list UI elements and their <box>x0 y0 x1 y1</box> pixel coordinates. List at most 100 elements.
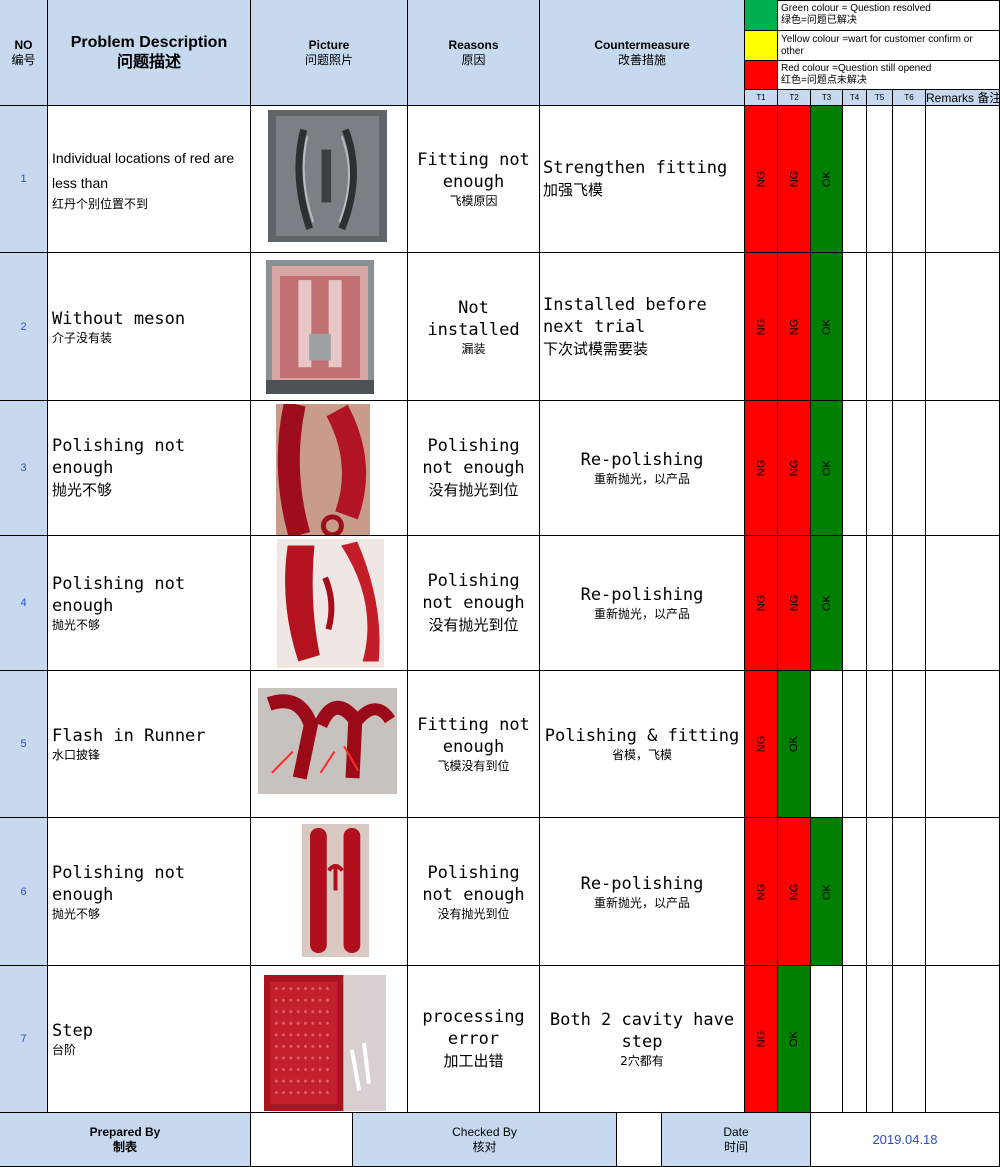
header-no-cn: 编号 <box>11 52 36 67</box>
countermeasure-en: Re-polishing <box>580 585 704 605</box>
countermeasure-cn: 省模，飞模 <box>611 748 672 762</box>
red-bars-photo <box>302 824 369 957</box>
status-t6 <box>893 966 926 1113</box>
red-part-photo <box>276 401 370 539</box>
problem-description: Step 台阶 <box>48 966 251 1113</box>
reason: Fitting not enough 飞模原因 <box>408 106 540 253</box>
header-picture: Picture 问题照片 <box>251 0 408 106</box>
status-t2[interactable]: NG <box>778 818 811 966</box>
status-t1[interactable]: NG <box>745 818 778 966</box>
problem-description: Polishing not enough 抛光不够 <box>48 401 251 536</box>
remarks-header: Remarks 备注 <box>926 90 1000 106</box>
countermeasure-cn: 重新抛光，以产品 <box>593 895 690 910</box>
trial-header-t5: T5 <box>867 90 893 106</box>
status-t3[interactable]: OK <box>811 253 843 401</box>
status-label: NG <box>788 318 800 335</box>
status-t1[interactable]: NG <box>745 536 778 671</box>
reason: Polishing not enough 没有抛光到位 <box>408 536 540 671</box>
header-countermeasure-cn: 改善措施 <box>617 52 666 67</box>
status-t1[interactable]: NG <box>745 253 778 401</box>
status-label: NG <box>755 318 767 335</box>
problem-description-en: Polishing not enough <box>52 436 186 478</box>
status-label: OK <box>820 460 833 476</box>
status-t2[interactable]: NG <box>778 106 811 253</box>
status-t2[interactable]: NG <box>778 536 811 671</box>
header-no-en: NO <box>14 37 33 52</box>
status-t2[interactable]: OK <box>778 671 811 818</box>
status-t5 <box>867 818 893 966</box>
reason: Polishing not enough 没有抛光到位 <box>408 818 540 966</box>
problem-description-cn: 红丹个别位置不到 <box>52 197 149 211</box>
status-label: NG <box>755 883 767 900</box>
reason: processing error 加工出错 <box>408 966 540 1113</box>
reason-en: Polishing not enough <box>422 571 525 613</box>
row-number: 2 <box>0 253 48 401</box>
status-label: NG <box>788 594 800 612</box>
problem-description-cn: 台阶 <box>52 1043 77 1057</box>
reason: Not installed 漏装 <box>408 253 540 401</box>
status-t3[interactable]: OK <box>811 536 843 671</box>
reason: Fitting not enough 飞模没有到位 <box>408 671 540 818</box>
countermeasure-en: Installed before next trial <box>543 294 707 337</box>
legend-green: Green colour = Question resolved 绿色=问题已解… <box>778 0 1000 31</box>
countermeasure: Both 2 cavity have step 2穴都有 <box>540 966 745 1113</box>
status-label: NG <box>755 1030 767 1048</box>
checked-by-value[interactable] <box>617 1113 662 1167</box>
reason-en: Polishing not enough <box>422 436 525 478</box>
status-label: NG <box>788 883 800 900</box>
legend-red-swatch <box>745 61 778 90</box>
status-t6 <box>893 671 926 818</box>
reason-en: processing error <box>422 1007 525 1049</box>
remarks-cell <box>926 106 1000 253</box>
problem-description-cn: 抛光不够 <box>52 906 101 921</box>
status-t1[interactable]: NG <box>745 966 778 1113</box>
row-number: 5 <box>0 671 48 818</box>
date-en: Date <box>723 1124 749 1139</box>
row-number: 3 <box>0 401 48 536</box>
status-t6 <box>893 818 926 966</box>
status-t4 <box>843 671 867 818</box>
status-t2[interactable]: NG <box>778 401 811 536</box>
legend-red: Red colour =Question still opened 红色=问题点… <box>778 61 1000 90</box>
status-label: NG <box>788 459 800 477</box>
status-label: OK <box>788 736 800 752</box>
status-t1[interactable]: NG <box>745 401 778 536</box>
reason-cn: 没有抛光到位 <box>437 906 510 921</box>
header-countermeasure: Countermeasure 改善措施 <box>540 0 745 106</box>
reason-en: Fitting not enough <box>417 150 530 192</box>
status-t3 <box>811 966 843 1113</box>
status-label: OK <box>820 883 833 900</box>
prepared-by-value[interactable] <box>251 1113 353 1167</box>
countermeasure-cn: 重新抛光，以产品 <box>593 472 690 486</box>
status-t3[interactable]: OK <box>811 818 843 966</box>
red-runner-photo <box>258 688 397 794</box>
problem-description-cn: 抛光不够 <box>52 481 113 499</box>
problem-description: Individual locations of red are less tha… <box>48 106 251 253</box>
status-t3[interactable]: OK <box>811 401 843 536</box>
row-number: 4 <box>0 536 48 671</box>
status-t3[interactable]: OK <box>811 106 843 253</box>
countermeasure-en: Polishing & fitting <box>544 726 740 746</box>
checked-by-cn: 核对 <box>472 1139 497 1154</box>
status-t2[interactable]: NG <box>778 253 811 401</box>
header-picture-en: Picture <box>308 37 350 52</box>
status-t4 <box>843 536 867 671</box>
row-number: 7 <box>0 966 48 1113</box>
row-number: 1 <box>0 106 48 253</box>
countermeasure-cn: 下次试模需要装 <box>543 339 649 358</box>
prepared-by-label: Prepared By 制表 <box>0 1113 251 1167</box>
status-label: OK <box>820 171 833 187</box>
problem-description: Flash in Runner 水口披锋 <box>48 671 251 818</box>
status-t1[interactable]: NG <box>745 106 778 253</box>
status-t5 <box>867 401 893 536</box>
countermeasure-cn: 2穴都有 <box>620 1054 664 1068</box>
trial-header-t4: T4 <box>843 90 867 106</box>
problem-description-en: Flash in Runner <box>52 726 206 746</box>
problem-description-cn: 水口披锋 <box>52 748 101 762</box>
remarks-cell <box>926 818 1000 966</box>
status-t6 <box>893 536 926 671</box>
date-value[interactable]: 2019.04.18 <box>811 1113 1000 1167</box>
status-t2[interactable]: OK <box>778 966 811 1113</box>
status-t1[interactable]: NG <box>745 671 778 818</box>
reason-cn: 没有抛光到位 <box>428 481 519 499</box>
